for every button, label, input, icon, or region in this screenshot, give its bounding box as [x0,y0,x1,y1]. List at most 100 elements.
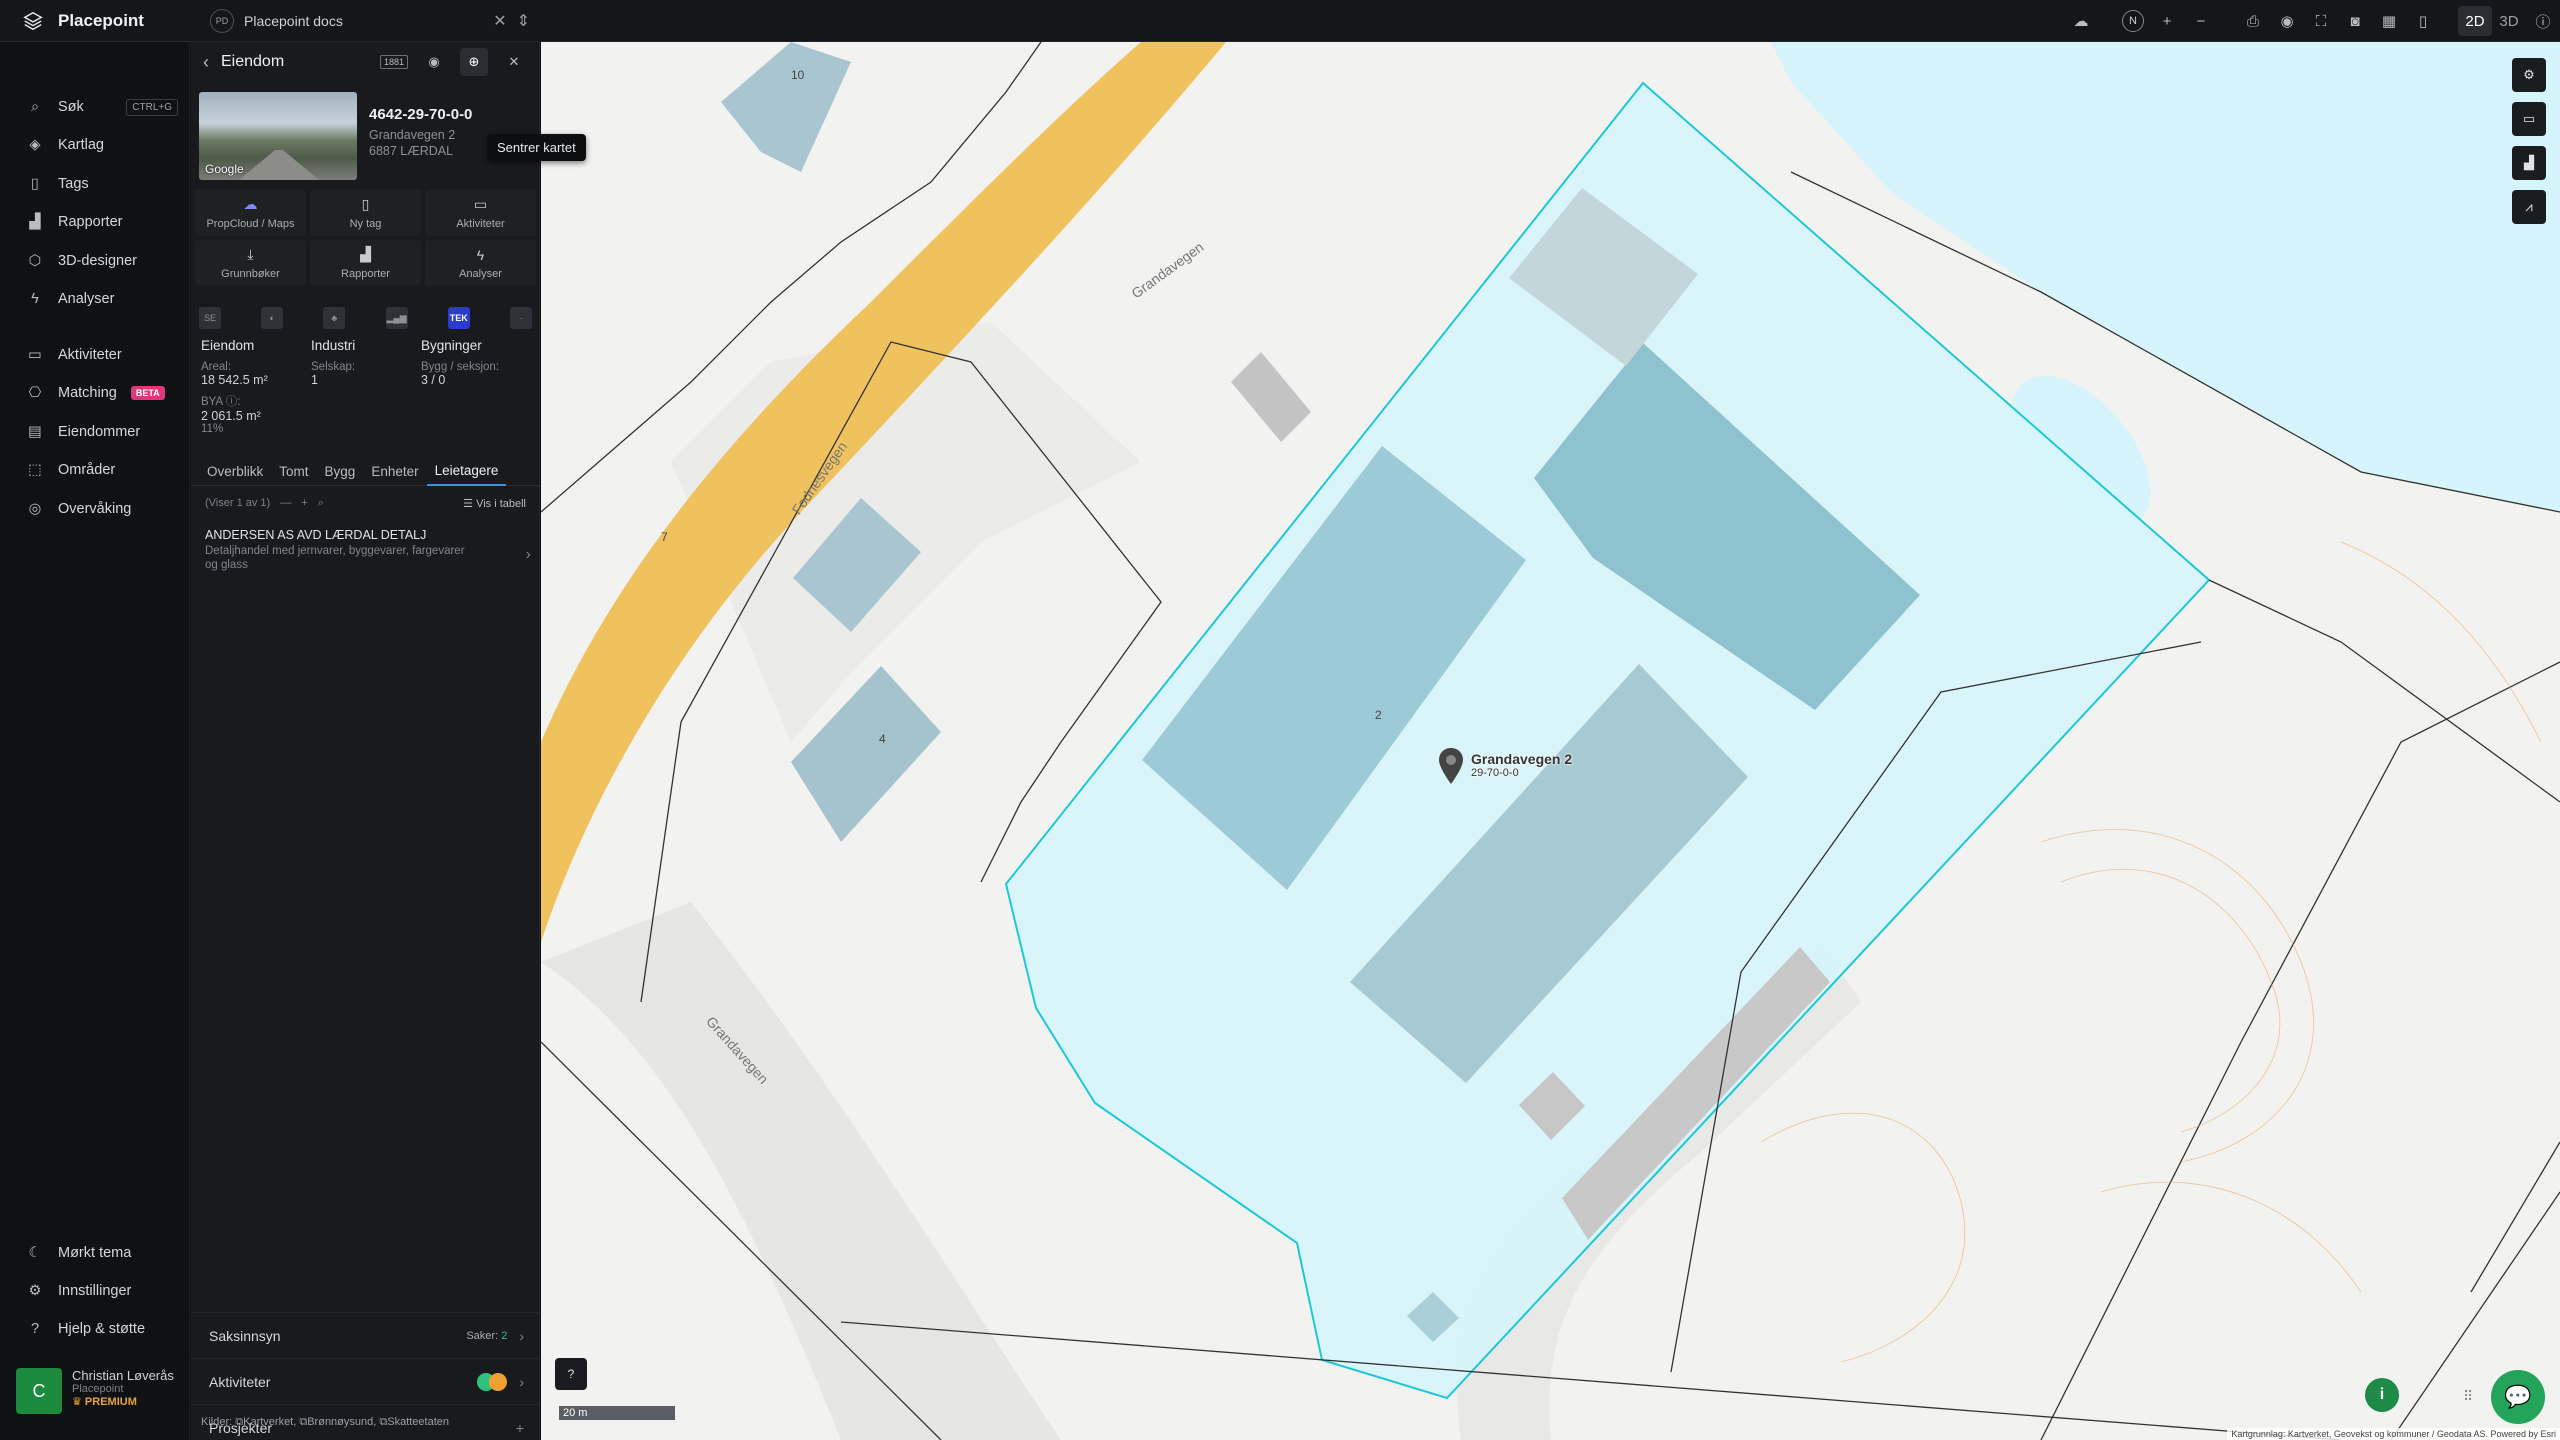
source-more-icon[interactable]: · [509,307,532,329]
nav-item-matching[interactable]: ⎔ Matching BETA [0,374,190,412]
nav-item-help[interactable]: ? Hjelp & støtte [0,1310,190,1348]
bya-value: 2 061.5 [201,409,243,423]
aktiviteter-row[interactable]: Aktiviteter › [191,1358,540,1404]
map-toolbar: ☁ N + − ⎙ ◉ ⛶ ◙ ▦ ▯ 2D 3D ⓘ [2064,0,2560,42]
tab-overblikk[interactable]: Overblikk [199,456,271,486]
add-icon[interactable]: + [301,497,307,509]
nav-item-kartlag[interactable]: ◈ Kartlag [0,126,190,164]
street-view-photo[interactable]: Google [199,92,357,180]
eye-icon[interactable]: ◉ [2270,0,2304,42]
chat-support-icon[interactable]: 💬 [2491,1370,2545,1424]
zoom-out-icon[interactable]: − [2184,0,2218,42]
analyses-button[interactable]: ϟ Analyser [425,240,536,286]
measure-icon[interactable]: ▭ [2512,102,2546,136]
building[interactable] [1231,352,1311,442]
source-tek-icon[interactable]: TEK [447,307,470,329]
source-globe-icon[interactable]: ◐ [261,307,284,329]
compass-button[interactable]: N [2116,0,2150,42]
chart-icon[interactable]: ▟ [2512,146,2546,180]
nav-label: Innstillinger [58,1283,132,1299]
help-icon: ? [30,1321,40,1337]
tab-bygg[interactable]: Bygg [317,456,364,486]
tab-leietagere[interactable]: Leietagere [426,456,507,486]
mode-3d-button[interactable]: 3D [2492,6,2526,36]
map-base-layer [541,42,2560,1440]
left-nav: ⌕ Søk CTRL+G ◈ Kartlag ▯ Tags ▟ Rapporter ⬡ 3D… [0,42,190,1440]
result-count: (Viser 1 av 1) [205,497,271,509]
tab-enheter[interactable]: Enheter [363,456,426,486]
nav-item-3d-designer[interactable]: ⬡ 3D-designer [0,242,190,280]
stat-heading: Industri [311,338,356,353]
bya-percent: 11% [201,423,224,435]
search-icon[interactable]: ⌕ [318,497,324,510]
saksinnsyn-row[interactable]: Saksinnsyn Saker: 2 › [191,1312,540,1358]
map-pin-icon[interactable] [1439,748,1463,784]
center-map-icon[interactable]: ⊕ [460,48,488,76]
stat-label: Selskap: [311,361,356,373]
nav-item-omrader[interactable]: ⬚ Områder [0,451,190,489]
app-logo[interactable]: Placepoint [22,0,144,42]
nav-item-rapporter[interactable]: ▟ Rapporter [0,203,190,241]
eye-icon[interactable]: ◉ [420,48,448,76]
source-bars-icon[interactable]: ▂▄▆ [385,307,408,329]
nav-item-sok[interactable]: ⌕ Søk CTRL+G [0,88,190,126]
stat-value: 3 / 0 [421,373,446,387]
map-side-buttons: ⚙ ▭ ▟ ⩘ [2512,58,2546,224]
fullscreen-icon[interactable]: ⛶ [2304,0,2338,42]
tab-tomt[interactable]: Tomt [271,456,316,486]
action-grid: ☁ PropCloud / Maps ▯ Ny tag ▭ Aktiviteter ⤓… [195,190,536,286]
activities-button[interactable]: ▭ Aktiviteter [425,190,536,236]
nav-item-aktiviteter[interactable]: ▭ Aktiviteter [0,336,190,374]
nav-item-overvaking[interactable]: ◎ Overvåking [0,490,190,528]
nav-item-eiendommer[interactable]: ▤ Eiendommer [0,413,190,451]
print-icon[interactable]: ⎙ [2236,0,2270,42]
building-number: 10 [791,68,805,82]
map-canvas[interactable]: Grandavegen 2 29-70-0-0 Grandavegen Fodne… [541,42,2560,1440]
doc-tab[interactable]: PD Placepoint docs ✕ ⇕ [200,0,540,42]
list-item[interactable]: ANDERSEN AS AVD LÆRDAL DETALJ Detaljhand… [205,528,531,572]
drag-handle-icon[interactable]: ⠿ [2463,1388,2473,1405]
nav-item-analyser[interactable]: ϟ Analyser [0,280,190,318]
nav-item-tags[interactable]: ▯ Tags [0,165,190,203]
bookmark-icon[interactable]: ▯ [2406,0,2440,42]
road-area [541,902,1061,1440]
source-link[interactable]: Skatteetaten [387,1416,449,1428]
crown-icon: ♛ [72,1396,85,1408]
source-link[interactable]: Kartverket, [243,1416,296,1428]
source-link[interactable]: Brønnøysund, [307,1416,376,1428]
user-org: Placepoint [72,1383,124,1395]
propcloud-button[interactable]: ☁ PropCloud / Maps [195,190,306,236]
info-icon[interactable]: ⓘ [2526,0,2560,42]
add-project-icon[interactable]: + [516,1420,524,1436]
close-icon[interactable]: ✕ [493,11,506,31]
back-arrow-icon[interactable]: ‹ [203,52,209,73]
profile-icon[interactable]: ⩘ [2512,190,2546,224]
info-icon[interactable]: i [2365,1378,2399,1412]
building[interactable] [721,42,851,172]
land-registry-button[interactable]: ⤓ Grunnbøker [195,240,306,286]
user-card[interactable]: C Christian Løverås Placepoint ♛ PREMIUM [16,1368,186,1420]
collapse-icon[interactable]: — [280,497,291,509]
stat-eiendom: Eiendom Areal: 18 542.5 m² BYA ⓘ: 2 061.… [201,338,311,435]
phonebook-badge: 1881 [379,55,409,69]
show-in-table-button[interactable]: ☰ Vis i tabell [463,497,526,510]
reports-button[interactable]: ▟ Rapporter [310,240,421,286]
new-tag-button[interactable]: ▯ Ny tag [310,190,421,236]
expand-collapse-icon[interactable]: ⇕ [517,11,530,31]
property-number: 4642-29-70-0-0 [369,106,473,123]
nav-item-settings[interactable]: ⚙ Innstillinger [0,1272,190,1310]
action-label: Analyser [459,267,502,280]
mode-2d-button[interactable]: 2D [2458,6,2492,36]
phonebook-button[interactable]: 1881 [379,48,409,76]
cloud-icon[interactable]: ☁ [2064,0,2098,42]
source-se-icon[interactable]: SE [199,307,221,329]
nav-item-dark-theme[interactable]: ☾ Mørkt tema [0,1234,190,1272]
grid-icon[interactable]: ▦ [2372,0,2406,42]
help-icon[interactable]: ? [555,1358,587,1390]
close-icon[interactable]: ✕ [500,48,528,76]
nav-label: Aktiviteter [58,347,122,363]
source-tree-icon[interactable]: ♣ [323,307,346,329]
zoom-in-icon[interactable]: + [2150,0,2184,42]
layers-settings-icon[interactable]: ⚙ [2512,58,2546,92]
camera-icon[interactable]: ◙ [2338,0,2372,42]
